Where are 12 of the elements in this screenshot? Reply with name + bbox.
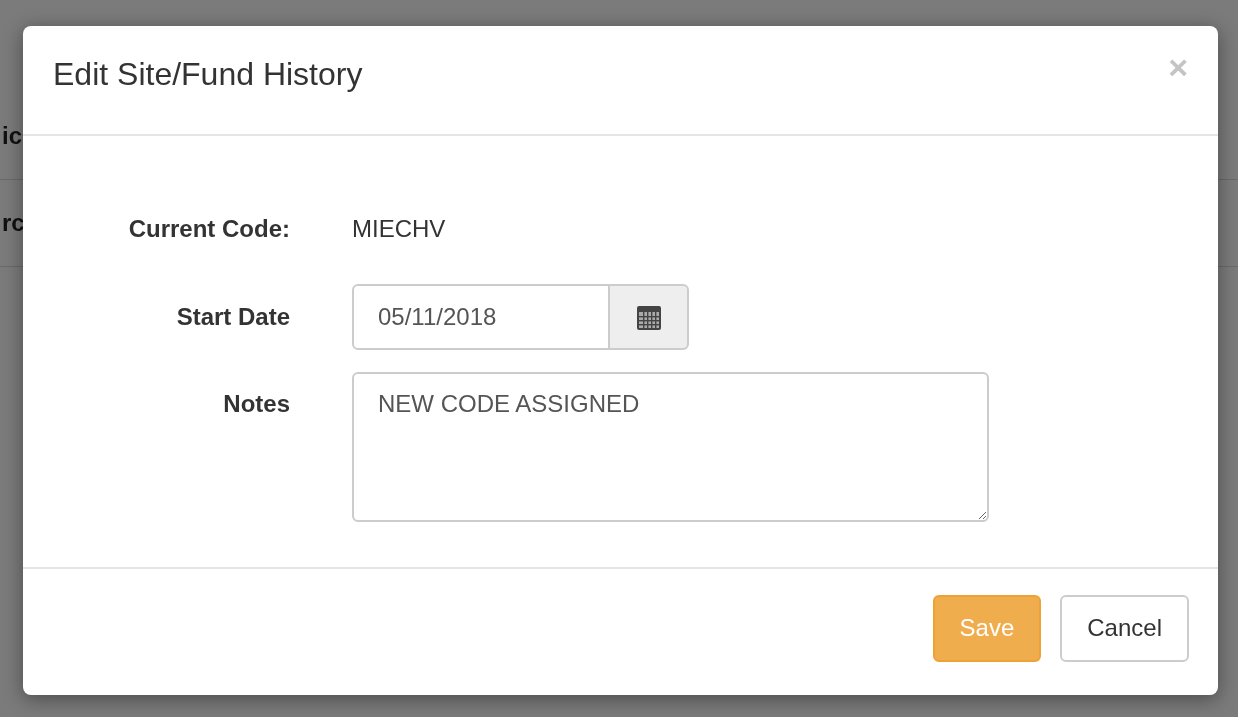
- date-field[interactable]: 05/11/2018: [352, 284, 610, 350]
- field-label: Start Date: [175, 303, 290, 331]
- field-label: Notes: [222, 389, 290, 418]
- background-text: rc: [1, 209, 25, 237]
- field-label: Current Code:: [127, 215, 290, 243]
- calendar-button[interactable]: [610, 284, 689, 350]
- background-text: ic: [1, 122, 22, 150]
- calendar-icon: [635, 303, 662, 331]
- cancel-button[interactable]: Cancel: [1060, 594, 1189, 662]
- dialog-title: Edit Site/Fund History: [53, 55, 363, 93]
- notes-field[interactable]: NEW CODE ASSIGNED: [352, 372, 989, 522]
- field-value: MIECHV: [352, 215, 446, 242]
